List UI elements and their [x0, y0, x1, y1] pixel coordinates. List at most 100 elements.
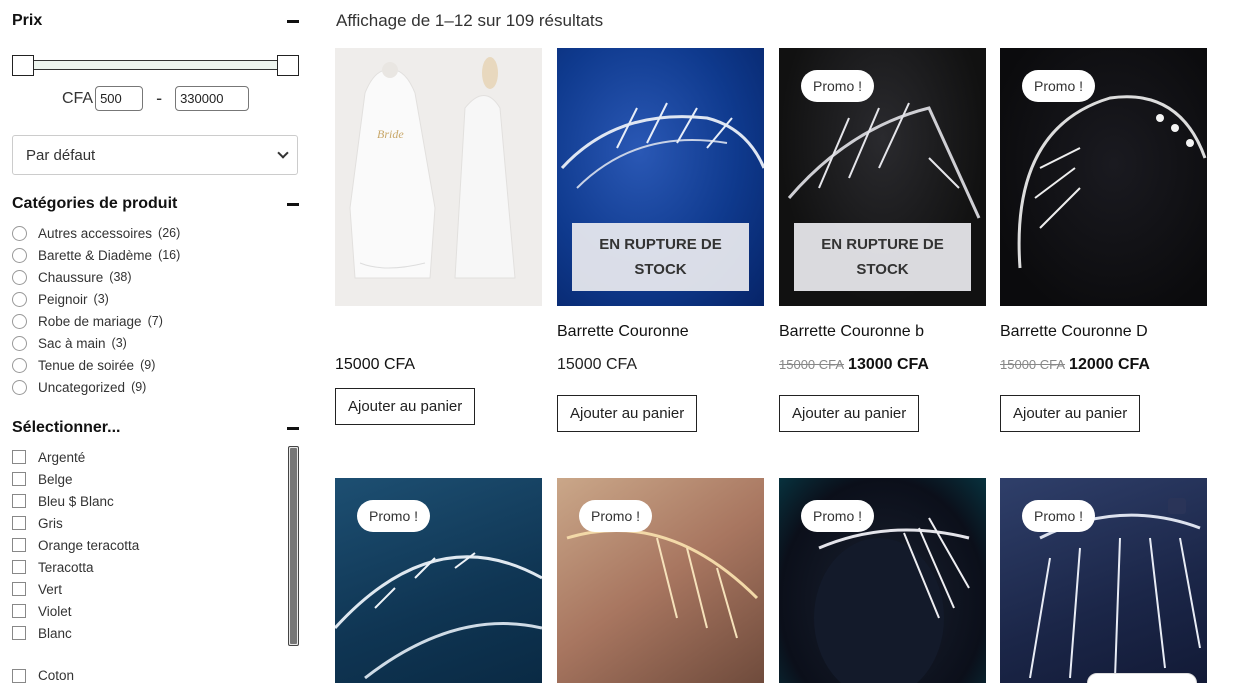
- sale-price: 12000 CFA: [1069, 356, 1150, 373]
- attribute-item[interactable]: Coton: [12, 668, 74, 683]
- robe-image: Bride: [335, 48, 542, 306]
- category-item[interactable]: Tenue de soirée (9): [12, 354, 180, 376]
- add-to-cart-button[interactable]: Ajouter au panier: [1000, 395, 1141, 432]
- price-filter-title: Prix: [12, 12, 43, 29]
- attribute-label: Coton: [38, 668, 75, 683]
- category-count: (26): [158, 226, 181, 240]
- product-card[interactable]: Bride 15000 CFA Ajouter au panier: [335, 48, 542, 425]
- radio-button[interactable]: [12, 357, 27, 373]
- product-price: 15000 CFA: [335, 356, 542, 378]
- product-image[interactable]: Promo !: [335, 478, 542, 683]
- category-item[interactable]: Autres accessoires (26): [12, 222, 180, 244]
- price-min-input[interactable]: [95, 86, 144, 111]
- slider-min-handle[interactable]: [12, 55, 34, 76]
- attribute-item[interactable]: Blanc: [12, 622, 282, 644]
- old-price: 15000 CFA: [1000, 357, 1066, 372]
- checkbox[interactable]: [12, 516, 26, 530]
- attribute-item[interactable]: Argenté: [12, 446, 282, 468]
- product-card[interactable]: Promo ! EN RUPTURE DE STOCK Barrette Cou…: [779, 48, 986, 432]
- checkbox[interactable]: [12, 604, 26, 618]
- category-count: (7): [147, 314, 163, 328]
- attribute-label: Argenté: [38, 449, 86, 465]
- collapse-icon[interactable]: [287, 426, 299, 430]
- scrollbar-thumb[interactable]: [290, 448, 297, 644]
- checkbox[interactable]: [12, 582, 26, 596]
- attribute-label: Blanc: [38, 625, 72, 641]
- slider-max-handle[interactable]: [277, 55, 299, 76]
- slider-track: [22, 60, 289, 70]
- product-name[interactable]: Barrette Couronne: [557, 323, 764, 343]
- checkbox[interactable]: [12, 472, 26, 486]
- category-list: Autres accessoires (26) Barette & Diadème…: [12, 222, 180, 398]
- category-item[interactable]: Sac à main (3): [12, 332, 180, 354]
- checkbox[interactable]: [12, 560, 26, 574]
- category-count: (3): [111, 336, 127, 350]
- product-image[interactable]: Promo !: [779, 478, 986, 683]
- categories-title: Catégories de produit: [12, 195, 178, 212]
- radio-button[interactable]: [12, 291, 27, 307]
- checkbox[interactable]: [12, 538, 26, 552]
- product-card[interactable]: Promo !: [1000, 478, 1207, 683]
- add-to-cart-button[interactable]: Ajouter au panier: [557, 395, 698, 432]
- checkbox[interactable]: [12, 450, 26, 464]
- product-name[interactable]: [335, 323, 542, 343]
- product-card[interactable]: Promo !: [557, 478, 764, 683]
- attribute-filter-title: Sélectionner...: [12, 419, 121, 436]
- category-count: (16): [158, 248, 181, 262]
- attribute-list: Argenté Belge Bleu $ Blanc Gris Orange t…: [12, 446, 282, 646]
- checkbox[interactable]: [12, 494, 26, 508]
- product-name[interactable]: Barrette Couronne b: [779, 323, 986, 343]
- category-item[interactable]: Robe de mariage (7): [12, 310, 180, 332]
- product-image[interactable]: EN RUPTURE DE STOCK: [557, 48, 764, 306]
- price-range-slider[interactable]: [12, 55, 299, 76]
- product-image[interactable]: Promo !: [557, 478, 764, 683]
- category-item[interactable]: Barette & Diadème (16): [12, 244, 180, 266]
- bag-icon: [1168, 498, 1186, 514]
- product-card[interactable]: Promo !: [779, 478, 986, 683]
- add-to-cart-button[interactable]: Ajouter au panier: [779, 395, 920, 432]
- add-to-cart-button[interactable]: Ajouter au panier: [335, 388, 476, 425]
- chat-bubble[interactable]: [1087, 673, 1197, 683]
- category-item[interactable]: Chaussure (38): [12, 266, 180, 288]
- price-inputs: CFA -: [12, 86, 299, 111]
- product-image[interactable]: Bride: [335, 48, 542, 306]
- attribute-item[interactable]: Bleu $ Blanc: [12, 490, 282, 512]
- product-image[interactable]: Promo !: [1000, 48, 1207, 306]
- price-filter-header[interactable]: Prix: [12, 12, 299, 30]
- checkbox[interactable]: [12, 626, 26, 640]
- attribute-item[interactable]: Teracotta: [12, 556, 282, 578]
- product-card[interactable]: Promo !: [335, 478, 542, 683]
- radio-button[interactable]: [12, 269, 27, 285]
- attribute-item[interactable]: Gris: [12, 512, 282, 534]
- product-name[interactable]: Barrette Couronne D: [1000, 323, 1207, 343]
- product-image[interactable]: Promo !: [1000, 478, 1207, 683]
- attribute-item[interactable]: Vert: [12, 578, 282, 600]
- attribute-item[interactable]: Violet: [12, 600, 282, 622]
- old-price: 15000 CFA: [779, 357, 845, 372]
- radio-button[interactable]: [12, 313, 27, 329]
- collapse-icon[interactable]: [287, 19, 299, 23]
- attribute-filter-header[interactable]: Sélectionner...: [12, 419, 299, 437]
- checkbox[interactable]: [12, 668, 26, 683]
- product-image[interactable]: Promo ! EN RUPTURE DE STOCK: [779, 48, 986, 306]
- attribute-scrollbar[interactable]: [288, 446, 299, 646]
- radio-button[interactable]: [12, 335, 27, 351]
- category-label: Autres accessoires: [38, 225, 153, 241]
- product-card[interactable]: EN RUPTURE DE STOCK Barrette Couronne 15…: [557, 48, 764, 432]
- price-value: 15000 CFA: [335, 356, 416, 373]
- radio-button[interactable]: [12, 225, 27, 241]
- price-value: 15000 CFA: [557, 356, 638, 373]
- attribute-item[interactable]: Orange teracotta: [12, 534, 282, 556]
- collapse-icon[interactable]: [287, 202, 299, 206]
- category-item[interactable]: Uncategorized (9): [12, 376, 180, 398]
- category-item[interactable]: Peignoir (3): [12, 288, 180, 310]
- attribute-label: Orange teracotta: [38, 537, 140, 553]
- radio-button[interactable]: [12, 247, 27, 263]
- categories-header[interactable]: Catégories de produit: [12, 195, 299, 213]
- price-max-input[interactable]: [175, 86, 250, 111]
- sort-selected-value: Par défaut: [26, 146, 96, 164]
- radio-button[interactable]: [12, 379, 27, 395]
- sort-select[interactable]: Par défaut: [12, 135, 298, 175]
- product-card[interactable]: Promo ! Barrette Couronne D 15000 CFA 120…: [1000, 48, 1207, 432]
- attribute-item[interactable]: Belge: [12, 468, 282, 490]
